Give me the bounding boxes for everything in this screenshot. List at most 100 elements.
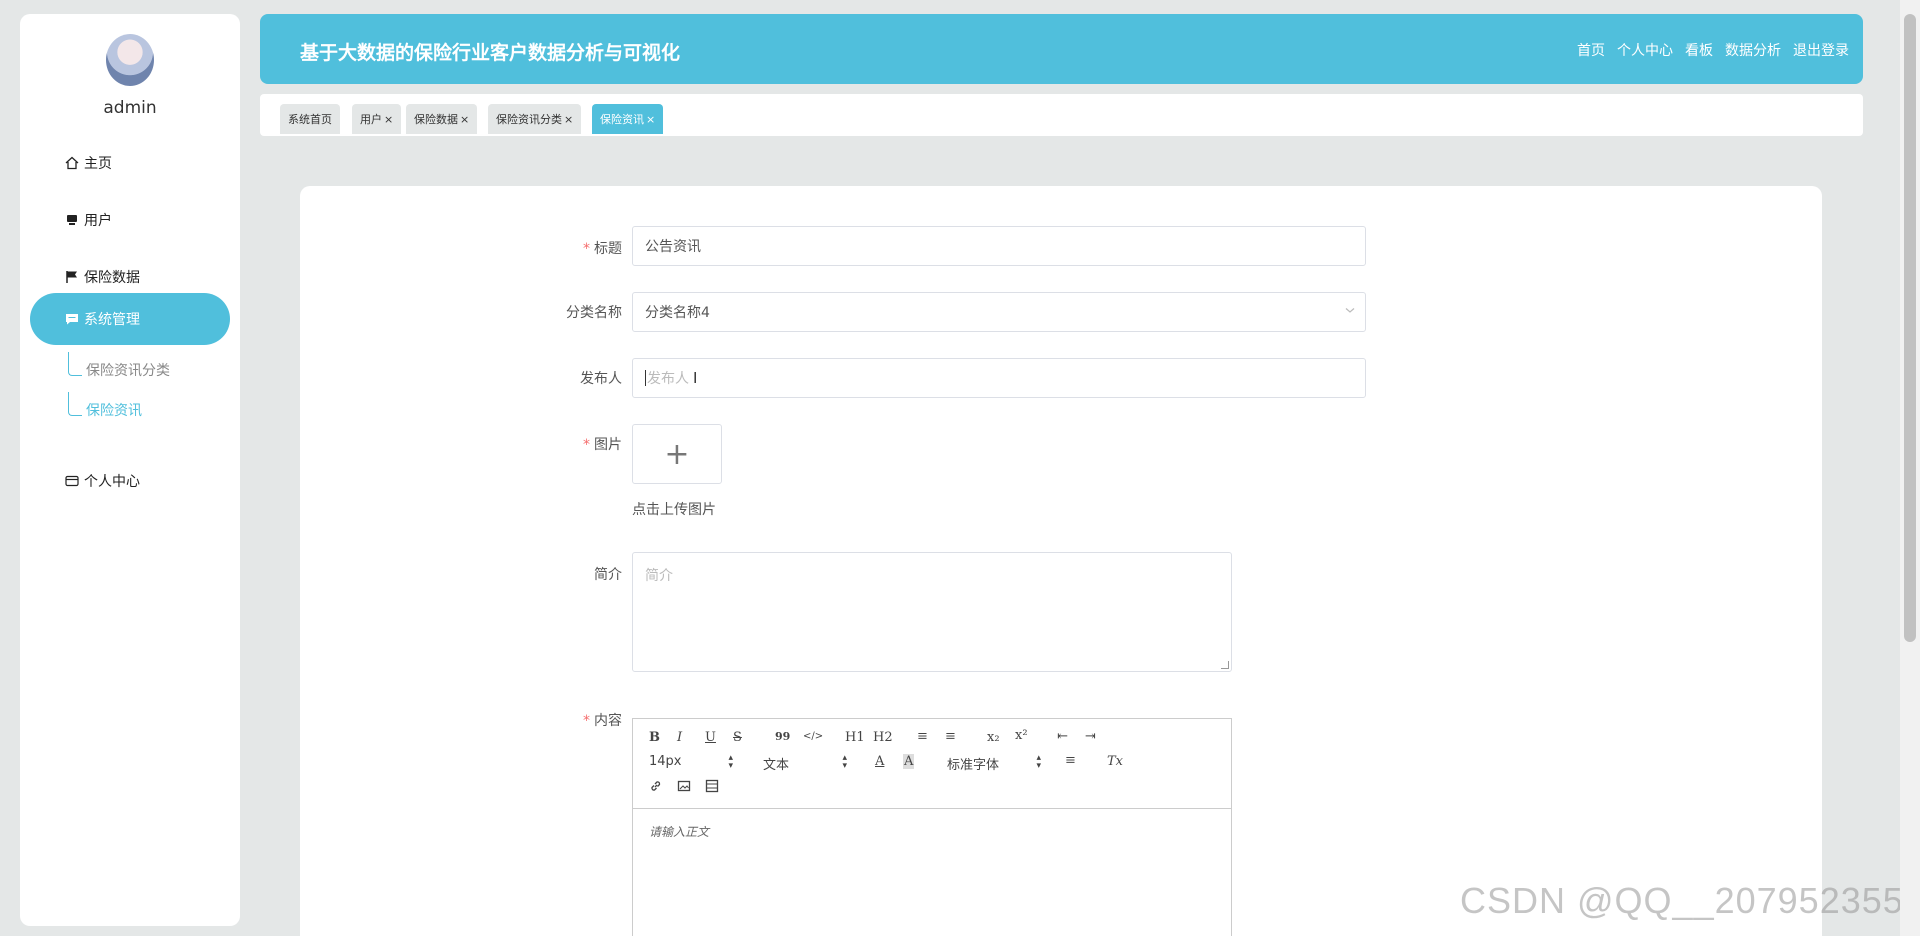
h1-button[interactable]: H1 bbox=[845, 730, 865, 745]
upload-tip: 点击上传图片 bbox=[632, 502, 716, 518]
sidebar-item-user[interactable]: 用户 bbox=[30, 194, 230, 246]
tab-system-home[interactable]: 系统首页 bbox=[280, 104, 340, 134]
summary-textarea[interactable]: 简介 bbox=[632, 552, 1232, 672]
superscript-button[interactable]: x² bbox=[1015, 728, 1028, 743]
close-icon[interactable]: × bbox=[384, 113, 393, 126]
align-button[interactable]: ≡ bbox=[1065, 753, 1076, 768]
tree-connector bbox=[68, 352, 82, 376]
font-color-button[interactable]: A bbox=[875, 754, 884, 769]
category-value: 分类名称4 bbox=[645, 305, 710, 321]
font-size-select[interactable]: 14px ▴ ▾ bbox=[649, 753, 733, 771]
category-select[interactable]: 分类名称4 bbox=[632, 292, 1366, 332]
format-value: 文本 bbox=[763, 758, 790, 773]
required-mark: * bbox=[583, 437, 590, 453]
link-button[interactable] bbox=[649, 779, 663, 797]
image-icon bbox=[677, 780, 691, 792]
plus-icon: + bbox=[664, 436, 690, 472]
title-label: * 标题 bbox=[502, 238, 622, 258]
text-cursor-icon: I bbox=[693, 369, 698, 387]
image-button[interactable] bbox=[677, 779, 691, 797]
publisher-label: 发布人 bbox=[580, 371, 622, 387]
outdent-button[interactable]: ⇤ bbox=[1057, 729, 1068, 744]
tab-insurance-data[interactable]: 保险数据 × bbox=[406, 104, 478, 134]
sidebar-item-system-management[interactable]: 系统管理 bbox=[30, 293, 230, 345]
sidebar-item-label: 个人中心 bbox=[84, 474, 140, 490]
tab-label: 用户 bbox=[360, 113, 382, 126]
video-icon bbox=[705, 779, 719, 793]
tab-label: 保险资讯 bbox=[600, 113, 644, 126]
font-family-select[interactable]: 标准字体 ▴ ▾ bbox=[947, 753, 1041, 774]
publisher-input[interactable]: 发布人 I bbox=[632, 358, 1366, 398]
updown-icon: ▴ ▾ bbox=[842, 753, 847, 771]
nav-logout[interactable]: 退出登录 bbox=[1793, 40, 1849, 60]
submenu-item-news[interactable]: 保险资讯 bbox=[86, 400, 142, 420]
strike-button[interactable]: S bbox=[733, 730, 742, 745]
image-upload-button[interactable]: + bbox=[632, 424, 722, 484]
h2-button[interactable]: H2 bbox=[873, 730, 893, 745]
summary-placeholder: 简介 bbox=[645, 568, 673, 584]
tab-label: 系统首页 bbox=[288, 113, 332, 126]
bold-button[interactable]: B bbox=[649, 730, 660, 745]
close-icon[interactable]: × bbox=[564, 113, 573, 126]
italic-button[interactable]: I bbox=[677, 730, 682, 745]
sidebar-item-personal-center[interactable]: 个人中心 bbox=[30, 455, 230, 507]
sidebar: admin 主页 用户 保险数据 系统管理 保险资讯分类 保险资讯 个人中心 bbox=[20, 14, 240, 926]
tab-news[interactable]: 保险资讯 × bbox=[592, 104, 664, 134]
title-input[interactable]: 公告资讯 bbox=[632, 226, 1366, 266]
sidebar-item-label: 保险数据 bbox=[84, 270, 140, 286]
sidebar-item-home[interactable]: 主页 bbox=[30, 137, 230, 189]
header-nav: 首页 个人中心 看板 数据分析 退出登录 bbox=[1577, 40, 1849, 60]
nav-data-analysis[interactable]: 数据分析 bbox=[1725, 40, 1781, 60]
indent-button[interactable]: ⇥ bbox=[1085, 729, 1096, 744]
tabs-bar: 系统首页 用户 × 保险数据 × 保险资讯分类 × 保险资讯 × bbox=[260, 94, 1863, 136]
watermark: CSDN @QQ__2079523559 bbox=[1460, 880, 1920, 921]
video-button[interactable] bbox=[705, 779, 719, 797]
avatar[interactable] bbox=[106, 34, 154, 86]
sidebar-item-label: 主页 bbox=[84, 156, 112, 172]
home-icon bbox=[64, 155, 80, 171]
submenu-item-news-category[interactable]: 保险资讯分类 bbox=[86, 360, 170, 380]
label-text: 内容 bbox=[594, 713, 622, 729]
tree-connector bbox=[68, 392, 82, 416]
nav-dashboard[interactable]: 看板 bbox=[1685, 40, 1713, 60]
bullet-list-button[interactable]: ≡ bbox=[945, 729, 956, 744]
editor-body[interactable]: 请输入正文 bbox=[633, 809, 1231, 854]
required-mark: * bbox=[583, 241, 590, 257]
link-icon bbox=[651, 781, 661, 791]
chat-icon bbox=[64, 311, 80, 327]
close-icon[interactable]: × bbox=[460, 113, 469, 126]
username: admin bbox=[103, 98, 157, 118]
flag-icon bbox=[64, 269, 80, 285]
nav-home[interactable]: 首页 bbox=[1577, 40, 1605, 60]
tab-user[interactable]: 用户 × bbox=[352, 104, 402, 134]
label-text: 图片 bbox=[594, 437, 622, 453]
image-label: * 图片 bbox=[502, 434, 622, 454]
resize-handle[interactable] bbox=[1221, 661, 1229, 669]
clear-format-button[interactable]: Tx bbox=[1107, 754, 1123, 769]
subscript-button[interactable]: x₂ bbox=[987, 730, 1000, 745]
font-size-value: 14px bbox=[649, 754, 682, 769]
bg-color-button[interactable]: A bbox=[903, 754, 915, 769]
rich-text-editor: B I U S 99 </> H1 H2 ≡ ≡ x₂ x² ⇤ ⇥ 14px … bbox=[632, 718, 1232, 936]
editor-toolbar: B I U S 99 </> H1 H2 ≡ ≡ x₂ x² ⇤ ⇥ 14px … bbox=[633, 719, 1231, 809]
nav-personal-center[interactable]: 个人中心 bbox=[1617, 40, 1673, 60]
format-select[interactable]: 文本 ▴ ▾ bbox=[763, 753, 847, 774]
ordered-list-button[interactable]: ≡ bbox=[917, 729, 928, 744]
tab-label: 保险数据 bbox=[414, 113, 458, 126]
wallet-icon bbox=[64, 473, 80, 489]
updown-icon: ▴ ▾ bbox=[728, 753, 733, 771]
scrollbar-thumb[interactable] bbox=[1904, 14, 1916, 642]
sidebar-item-label: 系统管理 bbox=[84, 312, 140, 328]
editor-placeholder: 请输入正文 bbox=[649, 825, 710, 839]
updown-icon: ▴ ▾ bbox=[1036, 753, 1041, 771]
underline-button[interactable]: U bbox=[705, 730, 716, 745]
close-icon[interactable]: × bbox=[646, 113, 655, 126]
user-icon bbox=[64, 212, 80, 228]
code-button[interactable]: </> bbox=[803, 731, 823, 742]
required-mark: * bbox=[583, 713, 590, 729]
top-header: 基于大数据的保险行业客户数据分析与可视化 首页 个人中心 看板 数据分析 退出登… bbox=[260, 14, 1863, 84]
scrollbar[interactable] bbox=[1900, 0, 1920, 936]
quote-button[interactable]: 99 bbox=[775, 730, 790, 743]
publisher-placeholder: 发布人 bbox=[647, 371, 689, 387]
tab-news-category[interactable]: 保险资讯分类 × bbox=[488, 104, 582, 134]
